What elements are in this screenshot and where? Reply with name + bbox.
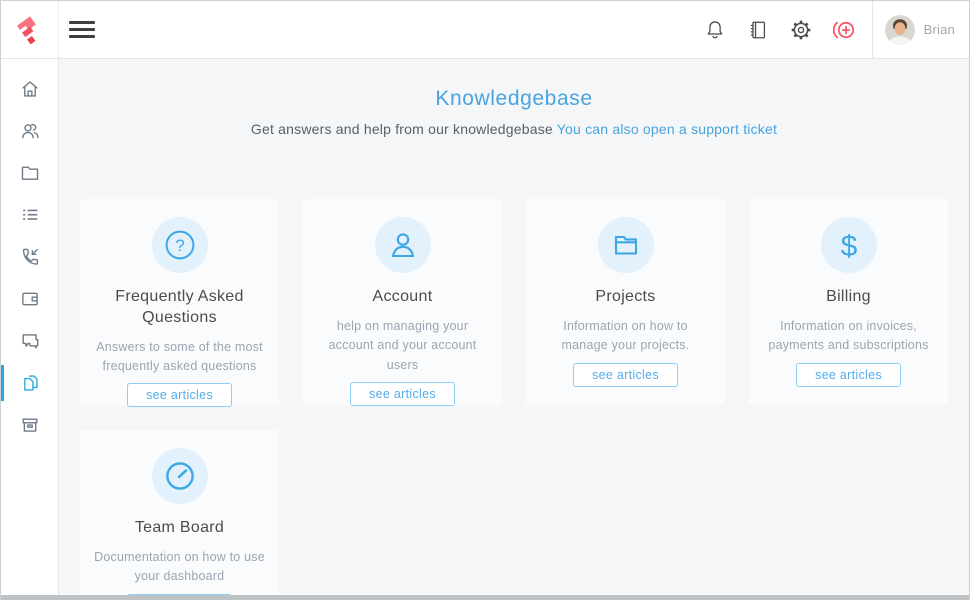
card-title: Projects: [526, 287, 725, 308]
sidebar-item-knowledgebase[interactable]: [1, 362, 58, 404]
card-projects: Projects Information on how to manage yo…: [526, 199, 725, 405]
card-billing: $ Billing Information on invoices, payme…: [749, 199, 948, 405]
see-articles-button[interactable]: see articles: [127, 383, 232, 407]
sidebar-item-home[interactable]: [1, 68, 58, 110]
card-faq: ? Frequently Asked Questions Answers to …: [80, 199, 279, 405]
folder-open-icon: [598, 217, 654, 273]
svg-text:$: $: [840, 230, 857, 263]
phone-incoming-icon: [19, 246, 41, 268]
folder-icon: [19, 162, 41, 184]
card-account: Account help on managing your account an…: [303, 199, 502, 405]
user-name: Brian: [924, 22, 955, 37]
page-title: Knowledgebase: [59, 87, 969, 111]
users-icon: [19, 120, 41, 142]
support-ticket-link[interactable]: You can also open a support ticket: [557, 121, 777, 137]
list-icon: [19, 204, 41, 226]
card-description: Answers to some of the most frequently a…: [80, 338, 279, 377]
gauge-icon: [152, 448, 208, 504]
card-title: Frequently Asked Questions: [80, 287, 279, 329]
card-team-board: Team Board Documentation on how to use y…: [80, 430, 279, 600]
card-description: Information on invoices, payments and su…: [749, 317, 948, 356]
chat-icon: [19, 330, 41, 352]
see-articles-button[interactable]: see articles: [796, 363, 901, 387]
top-bar: Brian: [1, 1, 969, 59]
sidebar-item-users[interactable]: [1, 110, 58, 152]
sidebar-item-folder[interactable]: [1, 152, 58, 194]
card-title: Account: [303, 287, 502, 308]
sidebar-item-wallet[interactable]: [1, 278, 58, 320]
card-description: Documentation on how to use your dashboa…: [80, 548, 279, 587]
card-description: help on managing your account and your a…: [303, 317, 502, 375]
sidebar-item-chat[interactable]: [1, 320, 58, 362]
page-subtitle: Get answers and help from our knowledgeb…: [59, 121, 969, 137]
avatar: [885, 15, 915, 45]
dollar-icon: $: [821, 217, 877, 273]
card-description: Information on how to manage your projec…: [526, 317, 725, 356]
home-icon: [19, 78, 41, 100]
documents-icon: [19, 372, 41, 394]
user-profile[interactable]: Brian: [872, 1, 969, 58]
notebook-icon[interactable]: [745, 17, 771, 43]
sidebar: [1, 59, 59, 595]
gear-icon[interactable]: [788, 17, 814, 43]
subtitle-text: Get answers and help from our knowledgeb…: [251, 121, 553, 137]
cards-row-2: Team Board Documentation on how to use y…: [59, 430, 969, 600]
wallet-icon: [19, 288, 41, 310]
card-title: Billing: [749, 287, 948, 308]
sidebar-item-archive[interactable]: [1, 404, 58, 446]
window-bottom-edge: [1, 595, 969, 600]
app-logo[interactable]: [1, 1, 59, 58]
logo-icon: [16, 15, 44, 45]
card-title: Team Board: [80, 518, 279, 539]
sidebar-item-calls[interactable]: [1, 236, 58, 278]
question-circle-icon: ?: [152, 217, 208, 273]
svg-text:?: ?: [175, 236, 184, 255]
hamburger-menu-icon[interactable]: [69, 17, 95, 43]
app-window: Brian: [0, 0, 970, 600]
user-icon: [375, 217, 431, 273]
quick-add-icon[interactable]: [831, 17, 857, 43]
cards-row-1: ? Frequently Asked Questions Answers to …: [59, 199, 969, 405]
topbar-icon-group: [702, 17, 857, 43]
see-articles-button[interactable]: see articles: [350, 382, 455, 406]
see-articles-button[interactable]: see articles: [573, 363, 678, 387]
archive-icon: [19, 414, 41, 436]
bell-icon[interactable]: [702, 17, 728, 43]
main-content: Knowledgebase Get answers and help from …: [59, 59, 969, 600]
sidebar-item-list[interactable]: [1, 194, 58, 236]
